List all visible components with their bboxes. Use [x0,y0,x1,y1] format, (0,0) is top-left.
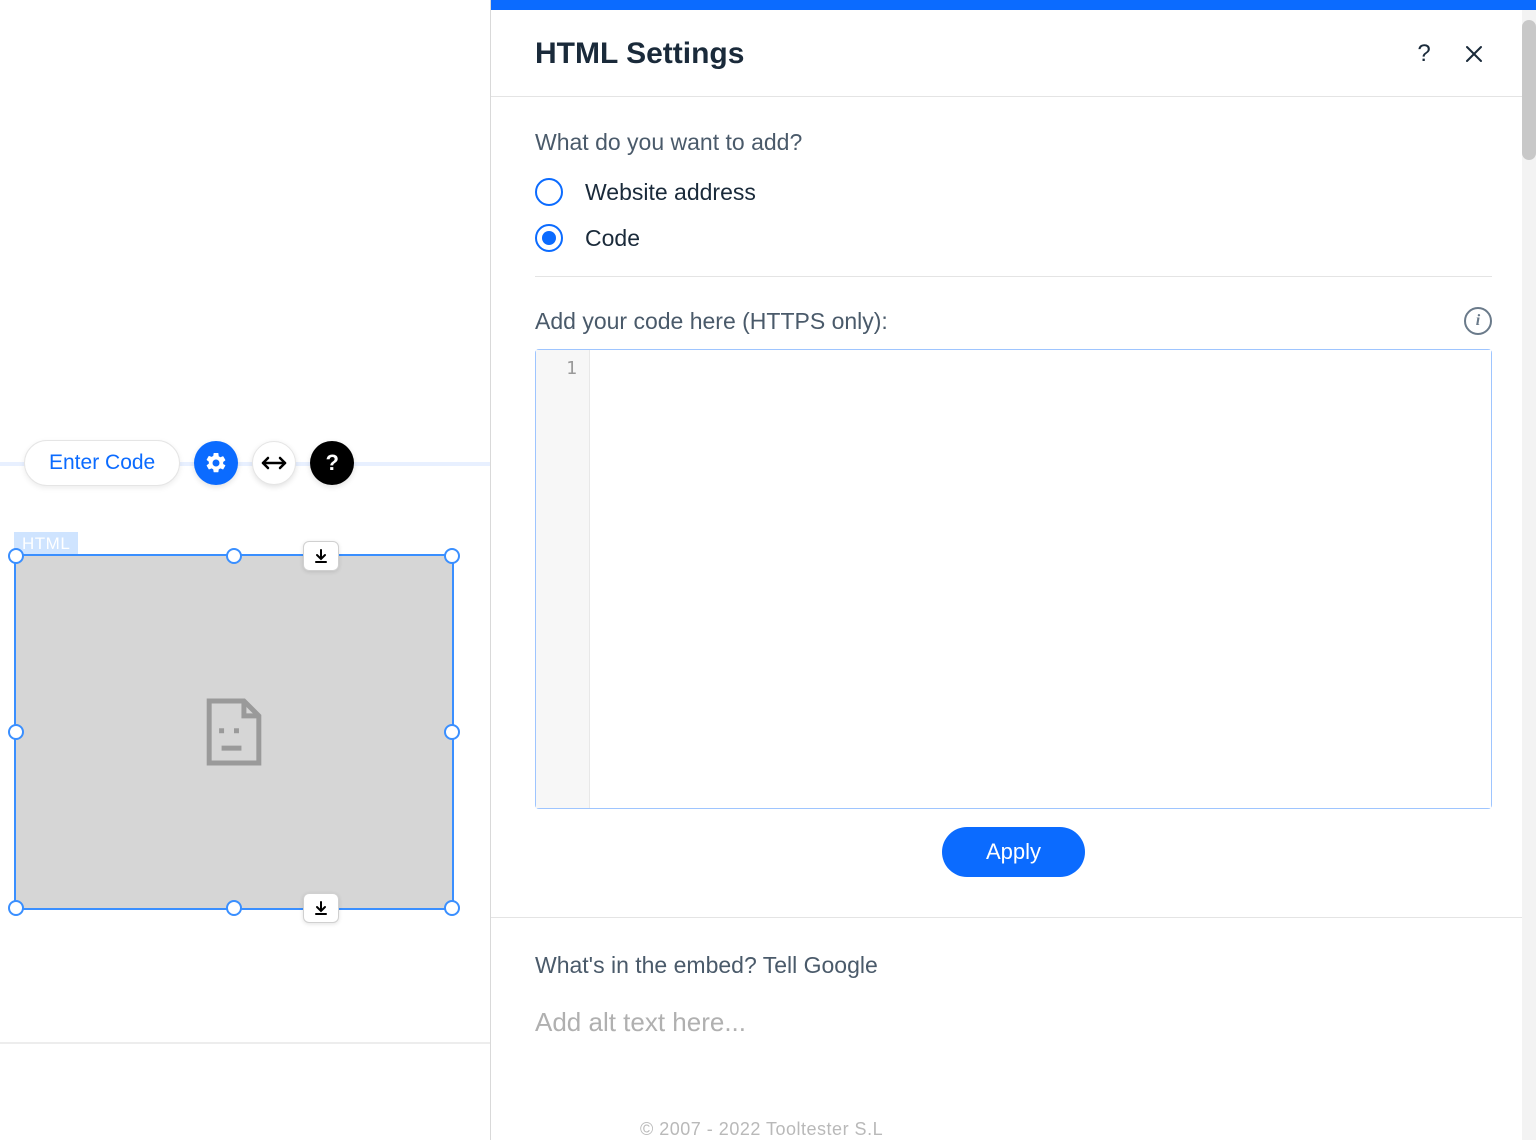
broken-file-icon [204,696,264,768]
panel-scrollbar-thumb[interactable] [1522,20,1536,160]
code-editor: 1 [535,349,1492,809]
context-help-button[interactable]: ? [310,441,354,485]
panel-header: HTML Settings ? [491,10,1536,97]
close-icon [1464,44,1484,64]
panel-scrollbar-track[interactable] [1522,10,1536,1140]
radio-button [535,224,563,252]
section-divider [535,276,1492,277]
seo-section-label: What's in the embed? Tell Google [535,952,1492,979]
enter-code-button[interactable]: Enter Code [24,440,180,486]
alt-text-input[interactable] [535,1001,1492,1044]
panel-body: What do you want to add? Website address… [491,97,1536,1140]
arrow-down-bar-icon [313,548,329,564]
resize-handle[interactable] [444,900,460,916]
canvas-guide-line [0,1042,490,1044]
add-type-label: What do you want to add? [535,129,1492,156]
element-type-badge: HTML [14,532,78,556]
gear-icon [204,451,228,475]
panel-help-button[interactable]: ? [1406,36,1442,72]
code-section-label: Add your code here (HTTPS only): [535,308,888,335]
radio-selected-dot [542,231,556,245]
resize-handle[interactable] [8,724,24,740]
apply-button[interactable]: Apply [942,827,1085,877]
settings-button[interactable] [194,441,238,485]
info-icon: i [1476,312,1480,330]
resize-handle[interactable] [444,724,460,740]
resize-handle[interactable] [8,548,24,564]
radio-code[interactable]: Code [535,224,1492,252]
panel-title: HTML Settings [535,37,1392,71]
arrow-down-bar-icon [313,900,329,916]
help-icon: ? [326,450,339,476]
editor-canvas: Enter Code ? HTML [0,0,490,1140]
drag-up-button[interactable] [303,541,339,571]
stretch-icon [261,454,287,472]
resize-handle[interactable] [226,548,242,564]
radio-label: Website address [585,179,756,206]
html-embed-element[interactable] [14,554,454,910]
resize-handle[interactable] [226,900,242,916]
radio-label: Code [585,225,640,252]
radio-button [535,178,563,206]
stretch-button[interactable] [252,441,296,485]
resize-handle[interactable] [444,548,460,564]
element-toolbar: Enter Code ? [24,440,354,486]
radio-website-address[interactable]: Website address [535,178,1492,206]
code-gutter: 1 [536,350,590,808]
line-number: 1 [536,358,589,379]
drag-down-button[interactable] [303,893,339,923]
code-textarea[interactable] [590,350,1491,808]
panel-accent-bar [491,0,1536,10]
html-settings-panel: HTML Settings ? What do you want to add?… [490,0,1536,1140]
section-divider [491,917,1536,918]
info-button[interactable]: i [1464,307,1492,335]
help-icon: ? [1417,40,1430,68]
resize-handle[interactable] [8,900,24,916]
panel-close-button[interactable] [1456,36,1492,72]
background-footer-text: © 2007 - 2022 Tooltester S.L [640,1119,883,1140]
code-section-header: Add your code here (HTTPS only): i [535,307,1492,335]
